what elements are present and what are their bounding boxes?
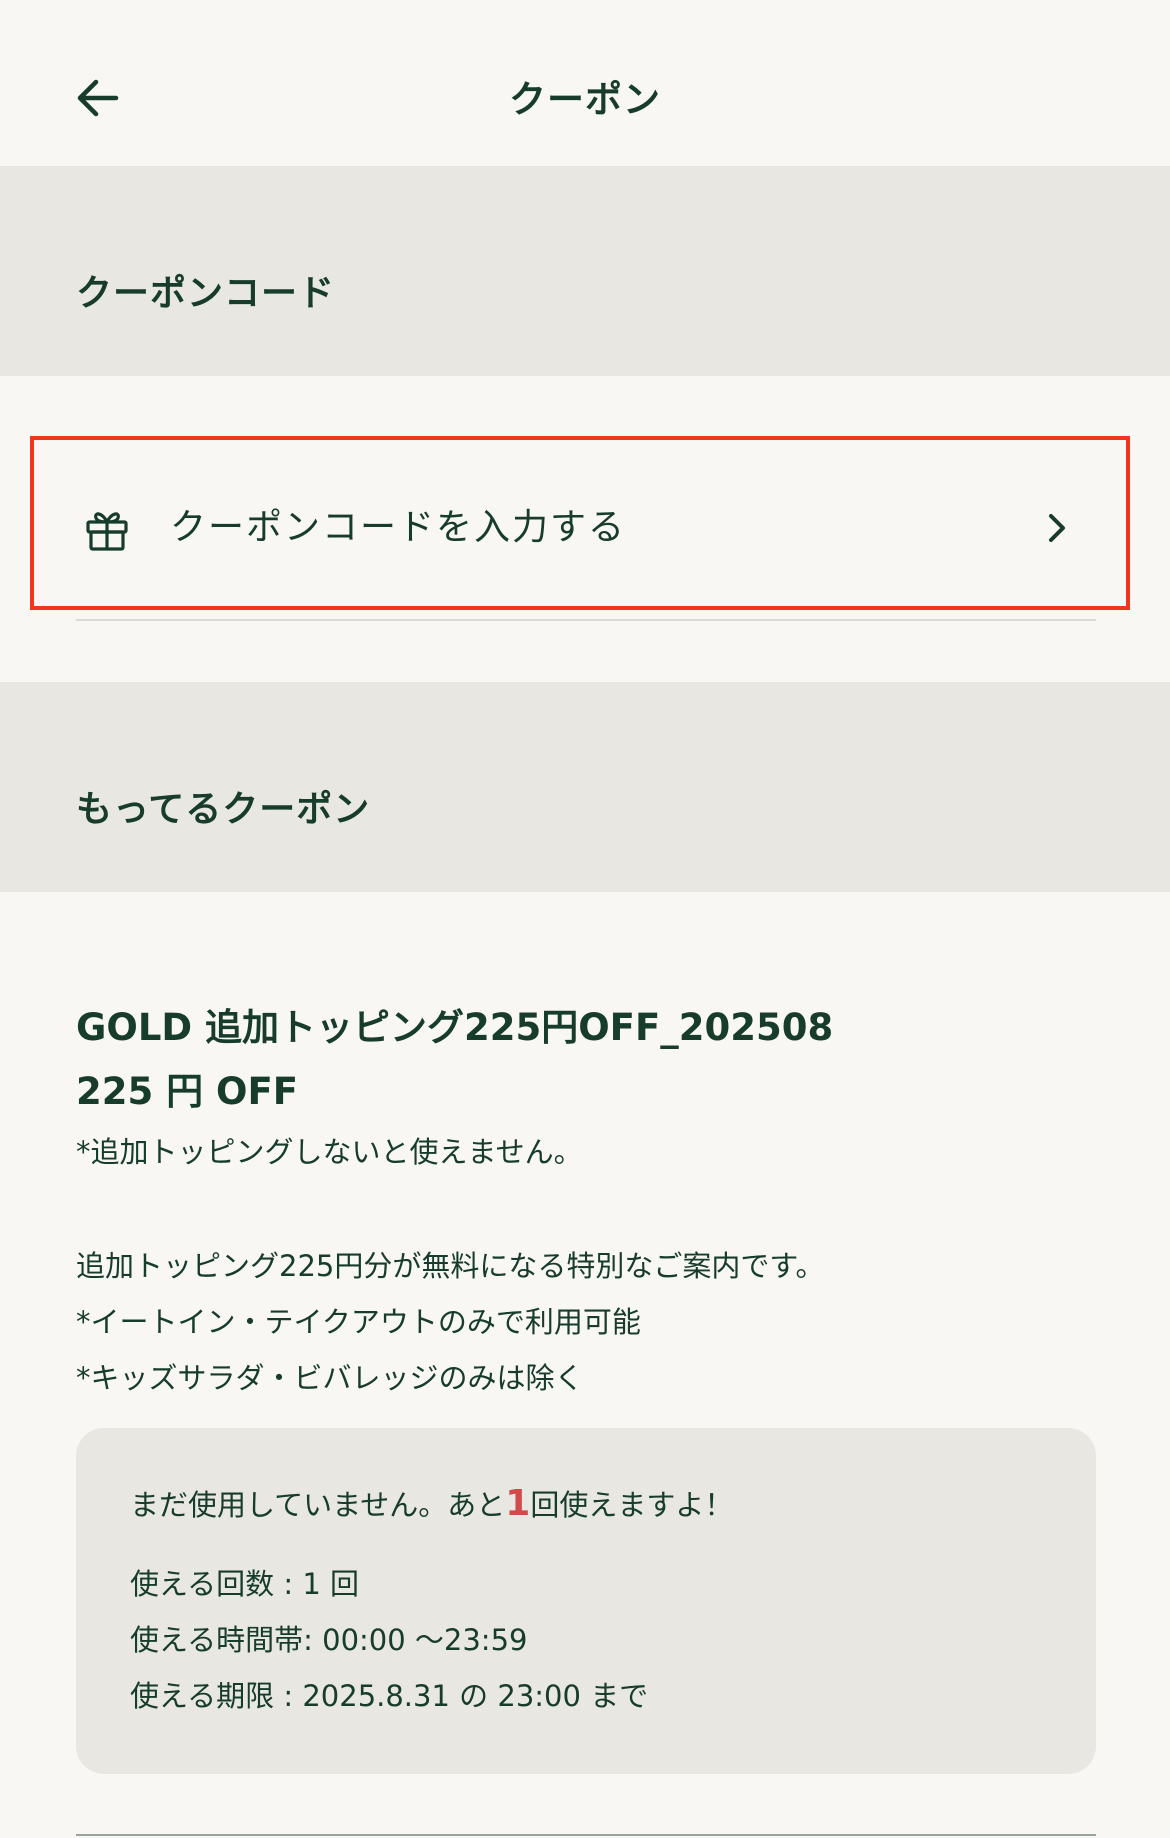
enter-coupon-code-label: クーポンコードを入力する — [170, 507, 627, 548]
usage-status: まだ使用していません。あと1回使えますよ！ — [130, 1482, 733, 1527]
owned-coupons-section-header: もってるクーポン — [0, 682, 1170, 892]
usage-hours: 使える時間帯: 00:00 〜23:59 — [130, 1623, 528, 1657]
page-title: クーポン — [509, 78, 661, 121]
gift-icon — [86, 512, 128, 551]
divider — [76, 619, 1096, 621]
coupon-note: *追加トッピングしないと使えません。 — [76, 1135, 583, 1169]
coupon-code-section-title: クーポンコード — [76, 273, 336, 314]
coupon-discount: 225 円 OFF — [76, 1070, 298, 1113]
coupon-name: GOLD 追加トッピング225円OFF_202508 — [76, 1006, 834, 1049]
enter-coupon-code-button[interactable]: クーポンコードを入力する — [30, 436, 1130, 610]
coupon-code-section-header: クーポンコード — [0, 166, 1170, 376]
remaining-count: 1 — [505, 1483, 531, 1524]
chevron-right-icon — [1049, 514, 1065, 542]
usage-count: 使える回数 : 1 回 — [130, 1567, 360, 1601]
divider — [76, 1834, 1096, 1836]
coupon-description-line: *キッズサラダ・ビバレッジのみは除く — [76, 1361, 584, 1395]
usage-status-suffix: 回使えますよ！ — [530, 1488, 734, 1522]
coupon-description-line: 追加トッピング225円分が無料になる特別なご案内です。 — [76, 1249, 825, 1283]
coupon-description-line: *イートイン・テイクアウトのみで利用可能 — [76, 1305, 641, 1339]
usage-status-prefix: まだ使用していません。あと — [130, 1488, 506, 1522]
coupon-usage-box: まだ使用していません。あと1回使えますよ！ 使える回数 : 1 回 使える時間帯… — [76, 1428, 1096, 1774]
expiry-date: 使える期限 : 2025.8.31 の 23:00 まで — [130, 1679, 649, 1713]
owned-coupons-section-title: もってるクーポン — [76, 789, 371, 830]
app-header: クーポン — [0, 0, 1170, 166]
